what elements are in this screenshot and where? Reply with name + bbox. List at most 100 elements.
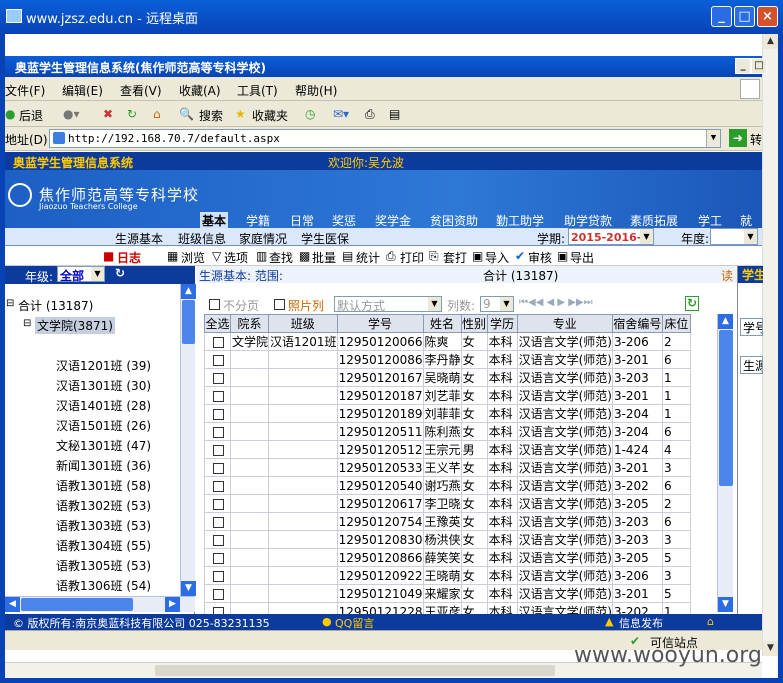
row-checkbox-cell[interactable] — [204, 386, 231, 405]
tree-class-item[interactable]: 语教1306班 (54) — [56, 577, 151, 596]
print-icon[interactable]: ⎙ — [365, 107, 375, 122]
row-checkbox[interactable] — [212, 408, 224, 420]
table-row[interactable]: 12950120922 王晓萌女本科 汉语言文学(师范) 3-206 3 — [204, 566, 691, 585]
grid-scroll-down-icon[interactable]: ▼ — [718, 597, 733, 612]
row-checkbox[interactable] — [212, 480, 224, 492]
menu-tools[interactable]: 工具(T) — [237, 82, 278, 99]
column-header[interactable]: 专业 — [516, 314, 613, 333]
column-header[interactable]: 班级 — [268, 314, 338, 333]
edit-icon[interactable]: ▤ — [389, 107, 400, 121]
column-header[interactable]: 学历 — [486, 314, 518, 333]
row-checkbox-cell[interactable] — [204, 494, 231, 513]
row-checkbox[interactable] — [212, 516, 224, 528]
tree-vertical-scrollbar[interactable]: ▲ ▼ — [180, 284, 196, 596]
row-checkbox-cell[interactable] — [204, 458, 231, 477]
go-button[interactable]: 转 — [750, 131, 762, 148]
column-header[interactable]: 全选 — [204, 314, 231, 333]
row-checkbox-cell[interactable] — [204, 566, 231, 585]
mode-select[interactable]: 默认方式 ▼ — [334, 296, 442, 313]
mode-dropdown-icon[interactable]: ▼ — [428, 297, 441, 311]
table-row[interactable]: 12950120540 谢巧燕女本科 汉语言文学(师范) 3-202 6 — [204, 476, 691, 495]
notice-link[interactable]: 信息发布 — [619, 615, 663, 631]
tree-class-item[interactable]: 语教1304班 (55) — [56, 537, 151, 557]
tree-scroll-thumb[interactable] — [182, 300, 195, 344]
grid-vertical-scrollbar[interactable]: ▲ ▼ — [717, 314, 733, 612]
table-row[interactable]: 12950120512 王宗元男本科 汉语言文学(师范) 1-424 4 — [204, 440, 691, 459]
tree-class-item[interactable]: 新闻1301班 (36) — [56, 457, 151, 477]
tree-class-item[interactable]: 汉语1501班 (26) — [56, 417, 151, 437]
grade-dropdown-icon[interactable]: ▼ — [91, 267, 104, 281]
cols-select[interactable]: 9 ▼ — [480, 296, 514, 312]
export-button[interactable]: 导出 — [570, 249, 594, 266]
tab-poverty-aid[interactable]: 贫困资助 — [430, 212, 478, 229]
subnav-insurance[interactable]: 学生医保 — [301, 230, 349, 247]
row-checkbox[interactable] — [212, 426, 224, 438]
history-icon[interactable]: ◷ — [305, 107, 315, 121]
column-header[interactable]: 院系 — [229, 314, 270, 333]
row-checkbox-cell[interactable] — [204, 548, 231, 567]
tree-scroll-up-icon[interactable]: ▲ — [181, 284, 196, 299]
collapse-root-icon[interactable]: ⊟ — [6, 298, 14, 309]
tree-scroll-right-icon[interactable]: ▶ — [165, 597, 180, 612]
row-checkbox-cell[interactable] — [204, 512, 231, 531]
menu-edit[interactable]: 编辑(E) — [62, 82, 103, 99]
tree-scroll-left-icon[interactable]: ◀ — [5, 597, 20, 612]
tab-rewards[interactable]: 奖惩 — [332, 212, 356, 229]
row-checkbox-cell[interactable] — [204, 404, 231, 423]
tab-scholarship[interactable]: 奖学金 — [375, 212, 411, 229]
tree-class-item[interactable]: 语教1305班 (53) — [56, 557, 151, 577]
subnav-class[interactable]: 班级信息 — [178, 230, 226, 247]
menu-help[interactable]: 帮助(H) — [295, 82, 337, 99]
row-checkbox[interactable] — [212, 390, 224, 402]
search-button[interactable]: 搜索 — [199, 107, 223, 124]
row-checkbox[interactable] — [212, 498, 224, 510]
table-row[interactable]: 12950120866 薛笑笑女本科 汉语言文学(师范) 3-205 5 — [204, 548, 691, 567]
tab-student-work[interactable]: 学工 — [698, 212, 722, 229]
favorites-button[interactable]: 收藏夹 — [252, 107, 288, 124]
reload-icon[interactable]: ↻ — [115, 266, 125, 280]
row-checkbox[interactable] — [212, 372, 224, 384]
rdp-hscroll-thumb[interactable] — [155, 665, 555, 676]
row-checkbox-cell[interactable] — [204, 440, 231, 459]
menu-file[interactable]: 文件(F) — [5, 82, 45, 99]
cols-dropdown-icon[interactable]: ▼ — [500, 297, 513, 311]
table-row[interactable]: 12950121049 来耀家女本科 汉语言文学(师范) 3-201 5 — [204, 584, 691, 603]
qq-link[interactable]: QQ留言 — [335, 615, 374, 631]
address-input[interactable]: http://192.168.70.7/default.aspx ▼ — [49, 129, 721, 148]
row-checkbox[interactable] — [212, 552, 224, 564]
options-button[interactable]: 选项 — [224, 249, 248, 266]
scroll-up-icon[interactable]: ▲ — [763, 34, 778, 49]
table-row[interactable]: 12950120617 李卫晓女本科 汉语言文学(师范) 3-205 2 — [204, 494, 691, 513]
tree-class-item[interactable]: 汉语1201班 (39) — [56, 357, 151, 377]
pager-icons[interactable]: ⏮◀◀ ◀ ▶ ▶▶⏭ — [519, 297, 593, 308]
row-checkbox-cell[interactable] — [204, 422, 231, 441]
import-button[interactable]: 导入 — [485, 249, 509, 266]
back-button[interactable]: 后退 — [19, 107, 43, 124]
home-footer-icon[interactable]: ⌂ — [707, 615, 714, 628]
ie-minimize-button[interactable]: _ — [735, 58, 751, 74]
log-button[interactable]: 日志 — [117, 249, 141, 266]
subnav-source[interactable]: 生源基本 — [115, 230, 163, 247]
row-checkbox-cell[interactable] — [204, 476, 231, 495]
collapse-dept-icon[interactable]: ⊟ — [23, 318, 31, 329]
tree-horizontal-scrollbar[interactable]: ◀ ▶ — [5, 596, 195, 612]
grid-scroll-thumb[interactable] — [719, 330, 733, 486]
column-header[interactable]: 学号 — [336, 314, 424, 333]
column-header[interactable]: 姓名 — [422, 314, 462, 333]
table-row[interactable]: 12950120086 李丹静女本科 汉语言文学(师范) 3-201 6 — [204, 350, 691, 369]
ie-restore-button[interactable]: □ — [751, 58, 767, 74]
grade-select[interactable]: 全部 ▼ — [57, 266, 105, 283]
address-dropdown-icon[interactable]: ▼ — [706, 130, 720, 147]
close-button[interactable]: × — [757, 6, 778, 27]
table-row[interactable]: 12950120754 王豫英女本科 汉语言文学(师范) 3-203 6 — [204, 512, 691, 531]
row-checkbox[interactable] — [212, 570, 224, 582]
stop-icon[interactable]: ✖ — [103, 107, 113, 121]
subnav-family[interactable]: 家庭情况 — [239, 230, 287, 247]
audit-button[interactable]: 审核 — [528, 249, 552, 266]
tab-loans[interactable]: 助学贷款 — [564, 212, 612, 229]
detail-field-source[interactable]: 生源 — [740, 356, 763, 374]
tab-quality[interactable]: 素质拓展 — [630, 212, 678, 229]
tree-class-item[interactable]: 语教1303班 (53) — [56, 517, 151, 537]
row-checkbox-cell[interactable] — [204, 368, 231, 387]
table-row[interactable]: 12950120167 吴晓萌女本科 汉语言文学(师范) 3-203 1 — [204, 368, 691, 387]
